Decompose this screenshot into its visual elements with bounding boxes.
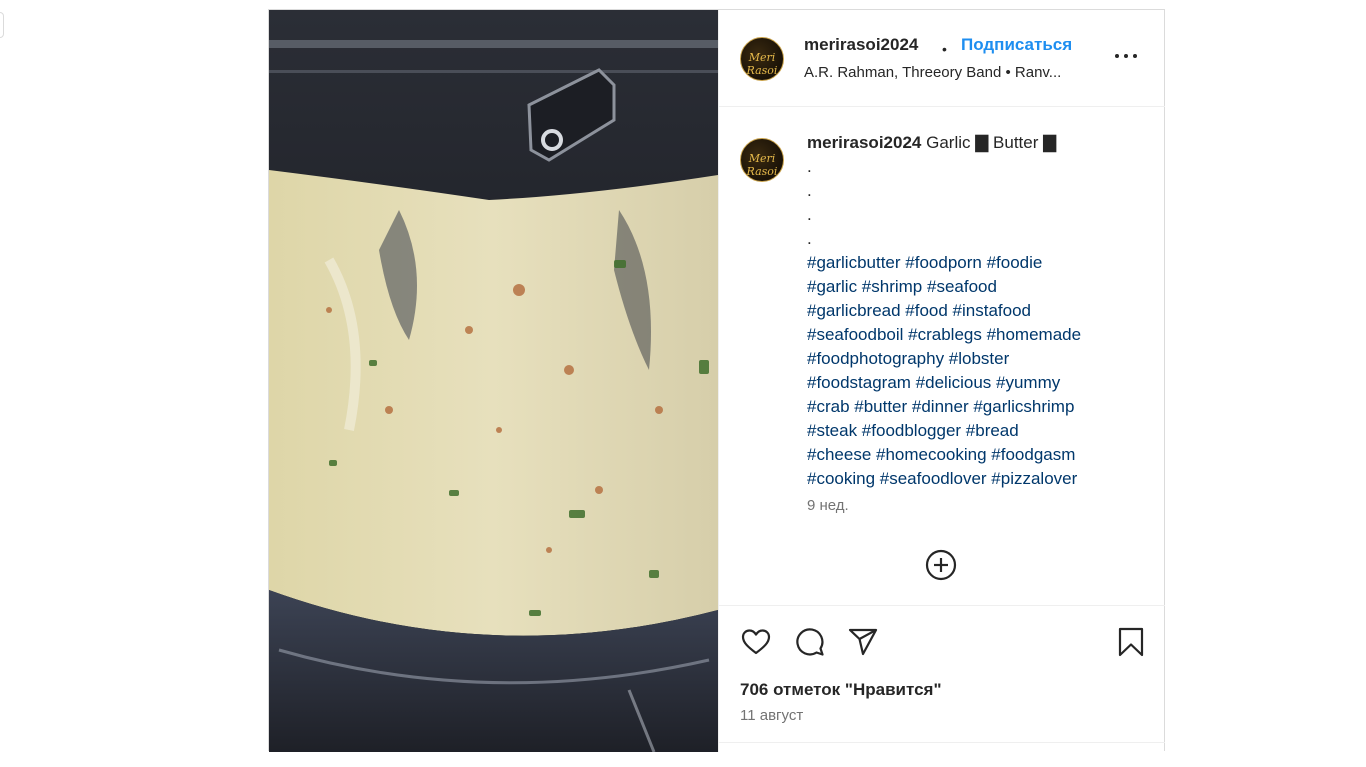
video-frame: [269, 10, 718, 752]
hashtag-line[interactable]: #cheese #homecooking #foodgasm: [807, 443, 1152, 467]
post-video[interactable]: [269, 10, 718, 752]
post-actions: 706 отметок "Нравится" 11 август: [719, 605, 1165, 753]
window-edge-tab: [0, 12, 4, 38]
caption-time-ago[interactable]: 9 нед.: [807, 497, 849, 514]
caption-dots: . . . .: [807, 155, 812, 251]
profile-avatar[interactable]: Meri Rasoi: [740, 37, 784, 81]
hashtags: #garlicbutter #foodporn #foodie #garlic …: [807, 251, 1152, 491]
hashtag-line[interactable]: #cooking #seafoodlover #pizzalover: [807, 467, 1152, 491]
post-date[interactable]: 11 август: [740, 707, 803, 724]
hashtag-line[interactable]: #garlic #shrimp #seafood: [807, 275, 1152, 299]
caption-body: Garlic ▇ Butter ▇: [926, 133, 1057, 152]
caption-avatar[interactable]: Meri Rasoi: [740, 138, 784, 182]
comment-bar-edge: [719, 742, 1165, 754]
post-sidebar: Meri Rasoi merirasoi2024 • Подписаться A…: [718, 10, 1165, 752]
comment-icon[interactable]: [794, 626, 826, 658]
hashtag-line[interactable]: #seafoodboil #crablegs #homemade: [807, 323, 1152, 347]
hashtag-line[interactable]: #foodstagram #delicious #yummy: [807, 371, 1152, 395]
post-modal: Meri Rasoi merirasoi2024 • Подписаться A…: [268, 9, 1165, 752]
caption-dot: .: [807, 181, 812, 200]
header-username[interactable]: merirasoi2024: [804, 35, 918, 55]
more-options-icon[interactable]: [1113, 46, 1139, 66]
caption-text: merirasoi2024 Garlic ▇ Butter ▇: [807, 131, 1147, 155]
caption-area: Meri Rasoi merirasoi2024 Garlic ▇ Butter…: [719, 107, 1165, 605]
follow-button[interactable]: Подписаться: [961, 35, 1072, 55]
share-icon[interactable]: [847, 626, 879, 658]
audio-attribution[interactable]: A.R. Rahman, Threeory Band • Ranv...: [804, 64, 1094, 81]
bookmark-icon[interactable]: [1115, 626, 1147, 658]
likes-count[interactable]: 706 отметок "Нравится": [740, 680, 942, 700]
hashtag-line[interactable]: #steak #foodblogger #bread: [807, 419, 1152, 443]
hashtag-line[interactable]: #crab #butter #dinner #garlicshrimp: [807, 395, 1152, 419]
post-header: Meri Rasoi merirasoi2024 • Подписаться A…: [719, 10, 1165, 107]
caption-avatar-logo: Meri Rasoi: [746, 152, 778, 178]
hashtag-line[interactable]: #foodphotography #lobster: [807, 347, 1152, 371]
caption-dot: .: [807, 157, 812, 176]
caption-dot: .: [807, 205, 812, 224]
heart-icon[interactable]: [740, 626, 772, 658]
caption-username[interactable]: merirasoi2024: [807, 133, 921, 152]
hashtag-line[interactable]: #garlicbutter #foodporn #foodie: [807, 251, 1152, 275]
caption-dot: .: [807, 229, 812, 248]
add-comment-icon[interactable]: [924, 548, 958, 582]
hashtag-line[interactable]: #garlicbread #food #instafood: [807, 299, 1152, 323]
avatar-logo: Meri Rasoi: [746, 51, 778, 77]
header-separator: •: [942, 41, 947, 57]
